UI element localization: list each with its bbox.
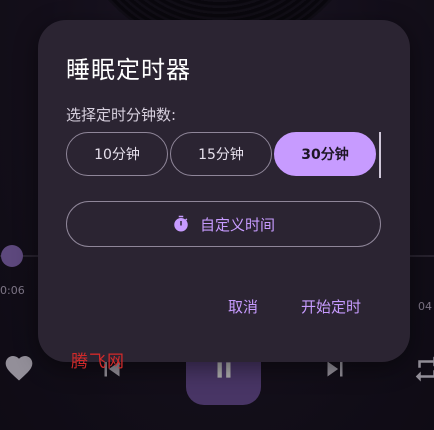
- sleep-timer-dialog: 睡眠定时器 选择定时分钟数: 10分钟 15分钟 30分钟 自定义时间 取消 开…: [38, 20, 410, 362]
- dialog-actions: 取消 开始定时: [38, 296, 410, 320]
- custom-time-button[interactable]: 自定义时间: [66, 201, 381, 247]
- scroll-edge-indicator: [379, 132, 381, 178]
- option-30-minutes[interactable]: 30分钟: [274, 132, 376, 176]
- cancel-button[interactable]: 取消: [228, 296, 258, 317]
- custom-time-label: 自定义时间: [199, 215, 275, 234]
- start-timer-button[interactable]: 开始定时: [301, 296, 361, 317]
- option-10-minutes[interactable]: 10分钟: [66, 132, 168, 176]
- watermark: 腾飞网: [71, 352, 125, 372]
- stopwatch-icon: [174, 215, 188, 232]
- dialog-subtitle: 选择定时分钟数:: [66, 106, 177, 124]
- option-15-minutes[interactable]: 15分钟: [170, 132, 272, 176]
- dialog-title: 睡眠定时器: [66, 56, 191, 84]
- minute-options: 10分钟 15分钟 30分钟: [66, 132, 382, 178]
